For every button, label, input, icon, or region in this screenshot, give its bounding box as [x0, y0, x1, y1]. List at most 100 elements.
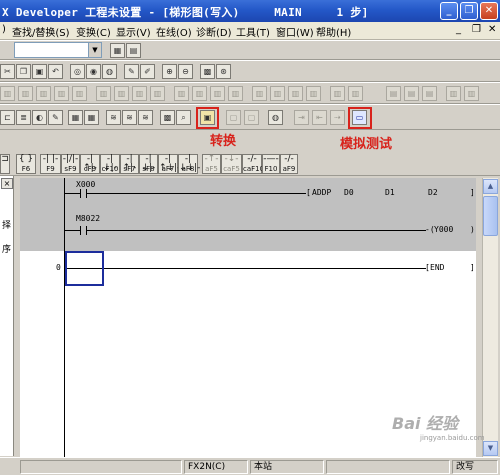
disabled-tool-icon[interactable]: ▥	[0, 86, 15, 101]
paste-icon[interactable]: ▣	[32, 64, 47, 79]
ladder-symbol-palette: ⊐ { } F6 -| |- F9 -|/|- sF9 -|↑|- cF9 -|↓|- c…	[0, 152, 500, 176]
close-button[interactable]: ✕	[480, 2, 498, 20]
write-plc-icon[interactable]: ▤	[404, 86, 419, 101]
monitor-start-icon[interactable]: ✎	[124, 64, 139, 79]
fkey-af5[interactable]: -↑- aF5	[202, 154, 221, 174]
convert-button[interactable]: ▣	[200, 110, 215, 125]
scroll-down-button[interactable]: ▼	[483, 441, 498, 456]
menu-window[interactable]: 窗口(W)	[276, 24, 314, 39]
disabled-tool-icon[interactable]: ▥	[270, 86, 285, 101]
monitor-mode-icon[interactable]: ◐	[32, 110, 47, 125]
zoom-out-icon[interactable]: ⊖	[178, 64, 193, 79]
device-entry-icon[interactable]: ≋	[122, 110, 137, 125]
monitor-stop-icon[interactable]: ✐	[140, 64, 155, 79]
menu-view[interactable]: 显示(V)	[116, 24, 151, 39]
disabled-tool-icon[interactable]: ▥	[210, 86, 225, 101]
device-memory-icon[interactable]: ≋	[106, 110, 121, 125]
verify-plc-icon[interactable]: ▤	[422, 86, 437, 101]
print-icon[interactable]: ⊛	[216, 64, 231, 79]
disabled-tool-icon[interactable]: ▥	[330, 86, 345, 101]
fkey-af8[interactable]: -|↓↓|- aF8	[178, 154, 200, 174]
mdi-minimize-button[interactable]: _	[456, 24, 461, 35]
remote-operation-icon[interactable]: ◍	[268, 110, 283, 125]
close-icon[interactable]: ×	[1, 178, 13, 189]
disabled-tool-icon[interactable]: ▥	[446, 86, 461, 101]
disabled-tool-icon[interactable]: ▥	[228, 86, 243, 101]
fkey-sf9[interactable]: -|/|- sF9	[61, 154, 80, 174]
fkey-af7[interactable]: -|↑↓|- aF7	[158, 154, 180, 174]
convert-all-icon[interactable]: ▢	[226, 110, 241, 125]
write-mode-icon[interactable]: ✎	[48, 110, 63, 125]
operand-d0[interactable]: D0	[344, 188, 354, 197]
coil-y000[interactable]: Y000	[434, 225, 453, 234]
disabled-tool-icon[interactable]: ▥	[150, 86, 165, 101]
fkey-sf8[interactable]: -|↓|- sF8	[139, 154, 158, 174]
ladder-cursor[interactable]	[65, 251, 104, 286]
restore-button[interactable]: ❐	[460, 2, 478, 20]
fkey-f10[interactable]: -—- F10	[262, 154, 280, 174]
fkey-f6[interactable]: { } F6	[16, 154, 36, 174]
step-stop-icon[interactable]: ⇤	[312, 110, 327, 125]
menu-project[interactable]: )	[2, 24, 6, 35]
param-check-icon[interactable]: ▦	[110, 43, 125, 58]
fkey-f9[interactable]: -| |- F9	[40, 154, 61, 174]
sampling-icon[interactable]: ▩	[160, 110, 175, 125]
instruction-end[interactable]: END	[430, 263, 444, 272]
menu-online[interactable]: 在线(O)	[156, 24, 192, 39]
menu-find-replace[interactable]: 查找/替换(S)	[12, 24, 70, 39]
disabled-tool-icon[interactable]: ▥	[252, 86, 267, 101]
find-device-icon[interactable]: ◎	[70, 64, 85, 79]
convert-batch-icon[interactable]: ▢	[244, 110, 259, 125]
comment-icon[interactable]: ▦	[68, 110, 83, 125]
fkey-caf5[interactable]: -↓- caF5	[221, 154, 242, 174]
fkey-caf10[interactable]: -/- caF10	[242, 154, 264, 174]
disabled-tool-icon[interactable]: ▥	[54, 86, 69, 101]
step-run-icon[interactable]: ⇥	[294, 110, 309, 125]
disabled-tool-icon[interactable]: ▥	[464, 86, 479, 101]
instruction-addp[interactable]: ADDP	[312, 188, 331, 197]
disabled-tool-icon[interactable]: ▥	[132, 86, 147, 101]
program-combo[interactable]: ▼	[14, 42, 102, 58]
scroll-thumb[interactable]	[483, 196, 498, 236]
menu-convert[interactable]: 变换(C)	[76, 24, 111, 39]
menu-diagnostics[interactable]: 诊断(D)	[196, 24, 232, 39]
disabled-tool-icon[interactable]: ▥	[18, 86, 33, 101]
find-contact-icon[interactable]: ◍	[102, 64, 117, 79]
fkey-cf10[interactable]: -|↓|- cF10	[100, 154, 120, 174]
statement-icon[interactable]: ▦	[84, 110, 99, 125]
fkey-sf7[interactable]: -|↑|- sF7	[120, 154, 139, 174]
fkey-af9[interactable]: -/- aF9	[280, 154, 298, 174]
find-instruction-icon[interactable]: ◉	[86, 64, 101, 79]
scroll-up-button[interactable]: ▲	[483, 179, 498, 194]
disabled-tool-icon[interactable]: ▥	[36, 86, 51, 101]
menu-tools[interactable]: 工具(T)	[236, 24, 270, 39]
disabled-tool-icon[interactable]: ▥	[348, 86, 363, 101]
disabled-tool-icon[interactable]: ▥	[72, 86, 87, 101]
device-batch-icon[interactable]: ▤	[126, 43, 141, 58]
find-icon[interactable]: ⌕	[176, 110, 191, 125]
disabled-tool-icon[interactable]: ▥	[306, 86, 321, 101]
disabled-tool-icon[interactable]: ▥	[192, 86, 207, 101]
read-plc-icon[interactable]: ▤	[386, 86, 401, 101]
minimize-button[interactable]: _	[440, 2, 458, 20]
disabled-tool-icon[interactable]: ▥	[288, 86, 303, 101]
undo-icon[interactable]: ↶	[48, 64, 63, 79]
ladder-view-icon[interactable]: ⊏	[0, 110, 15, 125]
step-next-icon[interactable]: ⇢	[330, 110, 345, 125]
list-view-icon[interactable]: ≣	[16, 110, 31, 125]
print-preview-icon[interactable]: ▩	[200, 64, 215, 79]
copy-icon[interactable]: ❐	[16, 64, 31, 79]
zoom-in-icon[interactable]: ⊕	[162, 64, 177, 79]
mdi-close-button[interactable]: ✕	[488, 24, 496, 35]
mdi-restore-button[interactable]: ❐	[472, 24, 481, 35]
simulation-button[interactable]: ▭	[352, 110, 367, 125]
menu-help[interactable]: 帮助(H)	[316, 24, 351, 39]
operand-d2[interactable]: D2	[428, 188, 438, 197]
operand-d1[interactable]: D1	[385, 188, 395, 197]
cut-icon[interactable]: ✂	[0, 64, 15, 79]
fkey-cf9[interactable]: -|↑|- cF9	[80, 154, 100, 174]
disabled-tool-icon[interactable]: ▥	[174, 86, 189, 101]
disabled-tool-icon[interactable]: ▥	[96, 86, 111, 101]
device-test-icon[interactable]: ≋	[138, 110, 153, 125]
disabled-tool-icon[interactable]: ▥	[114, 86, 129, 101]
